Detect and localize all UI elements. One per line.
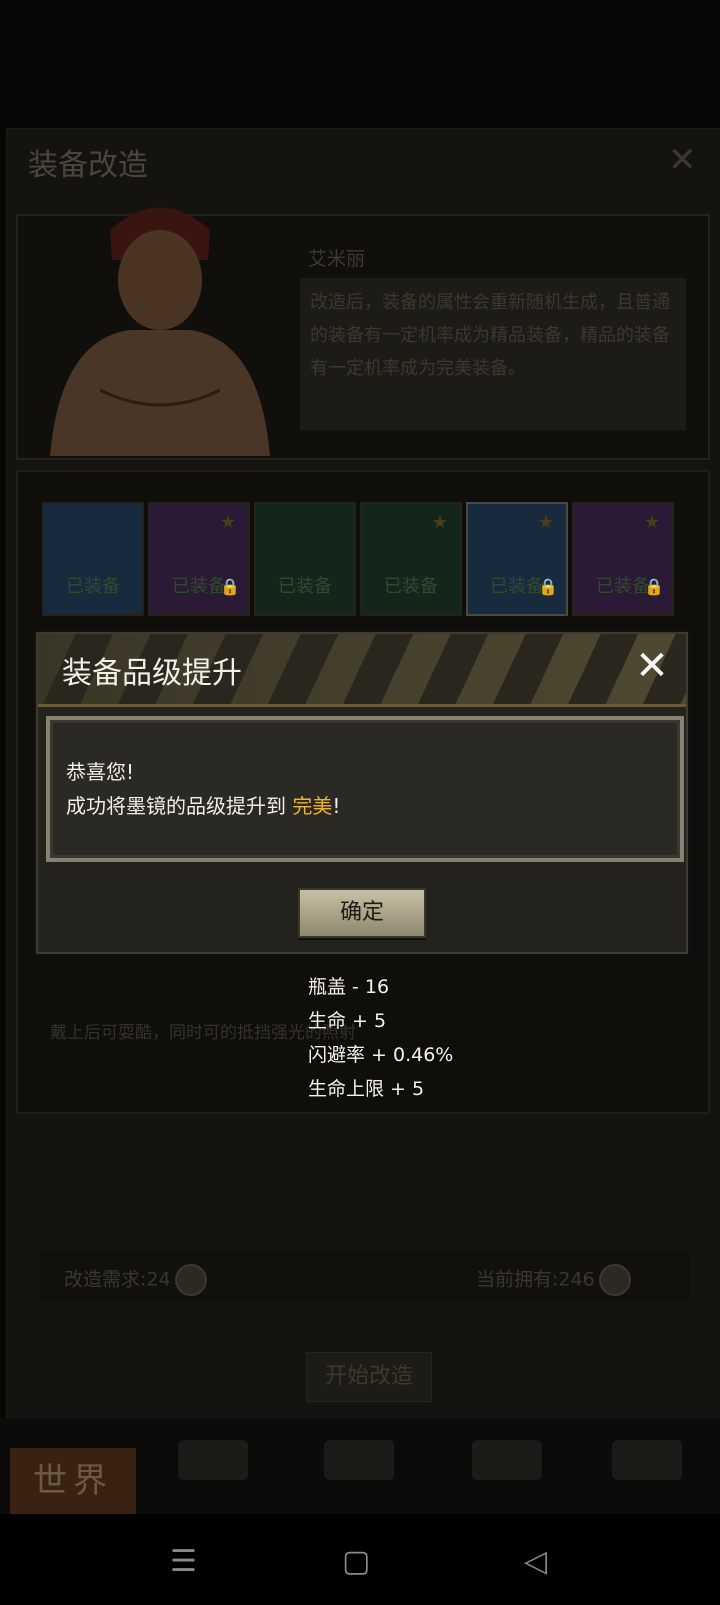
equipment-slot: 已装备: [254, 502, 356, 616]
anvil-icon: [324, 1440, 394, 1480]
equipment-slot: 已装备: [42, 502, 144, 616]
bottle-cap-icon: [174, 1264, 207, 1296]
close-icon: ✕: [668, 140, 697, 180]
dialog-title: 装备品级提升: [62, 656, 242, 691]
requirement-value: 改造需求:24: [64, 1268, 171, 1291]
building-icon: [472, 1440, 542, 1480]
upgrade-dialog: 装备品级提升 ✕ 恭喜您! 成功将墨镜的品级提升到 完美! 确定: [36, 632, 688, 954]
equipment-slot: 已装备 ★ 🔒: [466, 502, 568, 616]
star-icon: ★: [643, 512, 660, 533]
upgrade-message: 成功将墨镜的品级提升到 完美!: [66, 790, 340, 819]
upgrade-message-prefix: 成功将墨镜的品级提升到: [66, 794, 293, 818]
equipment-slot: 已装备 ★ 🔒: [148, 502, 250, 616]
stat-line: 生命上限 + 5: [308, 1078, 425, 1100]
stat-line: 生命 + 5: [308, 1010, 387, 1032]
star-icon: ★: [219, 512, 236, 533]
npc-name: 艾米丽: [308, 248, 366, 270]
slot-label: 已装备: [384, 576, 438, 597]
lock-icon: 🔒: [644, 577, 664, 596]
home-icon[interactable]: ▢: [342, 1544, 370, 1579]
start-modify-button: 开始改造: [306, 1352, 432, 1402]
slot-label: 已装备: [66, 576, 120, 597]
close-icon[interactable]: ✕: [630, 644, 674, 688]
star-icon: ★: [431, 512, 448, 533]
message-box: 恭喜您! 成功将墨镜的品级提升到 完美!: [46, 716, 684, 862]
backpack-icon: [178, 1440, 248, 1480]
quality-label: 完美: [292, 794, 333, 818]
owned-text: 当前拥有:246: [476, 1264, 631, 1296]
lock-icon: 🔒: [538, 577, 558, 596]
menu-icon[interactable]: ☰: [170, 1544, 197, 1579]
upgrade-message-suffix: !: [332, 794, 341, 818]
equipment-slot: 已装备 ★ 🔒: [572, 502, 674, 616]
owned-value: 当前拥有:246: [476, 1268, 595, 1291]
slot-label: 已装备: [278, 576, 332, 597]
requirement-text: 改造需求:24: [64, 1264, 207, 1296]
npc-speech: 改造后，装备的属性会重新随机生成，且普通的装备有一定机率成为精品装备，精品的装备…: [310, 292, 670, 379]
bottle-cap-icon: [598, 1264, 631, 1296]
cart-icon: [612, 1440, 682, 1480]
stat-line: 闪避率 + 0.46%: [308, 1044, 454, 1066]
lock-icon: 🔒: [220, 577, 240, 596]
nav-world-button: 世界: [10, 1448, 136, 1514]
equipment-slot: 已装备 ★: [360, 502, 462, 616]
stat-line: 瓶盖 - 16: [308, 976, 390, 998]
confirm-button[interactable]: 确定: [298, 888, 426, 938]
panel-title: 装备改造: [28, 148, 148, 183]
back-icon[interactable]: ◁: [524, 1544, 547, 1579]
star-icon: ★: [537, 512, 554, 533]
congrats-text: 恭喜您!: [66, 760, 135, 784]
npc-portrait: [50, 207, 270, 456]
